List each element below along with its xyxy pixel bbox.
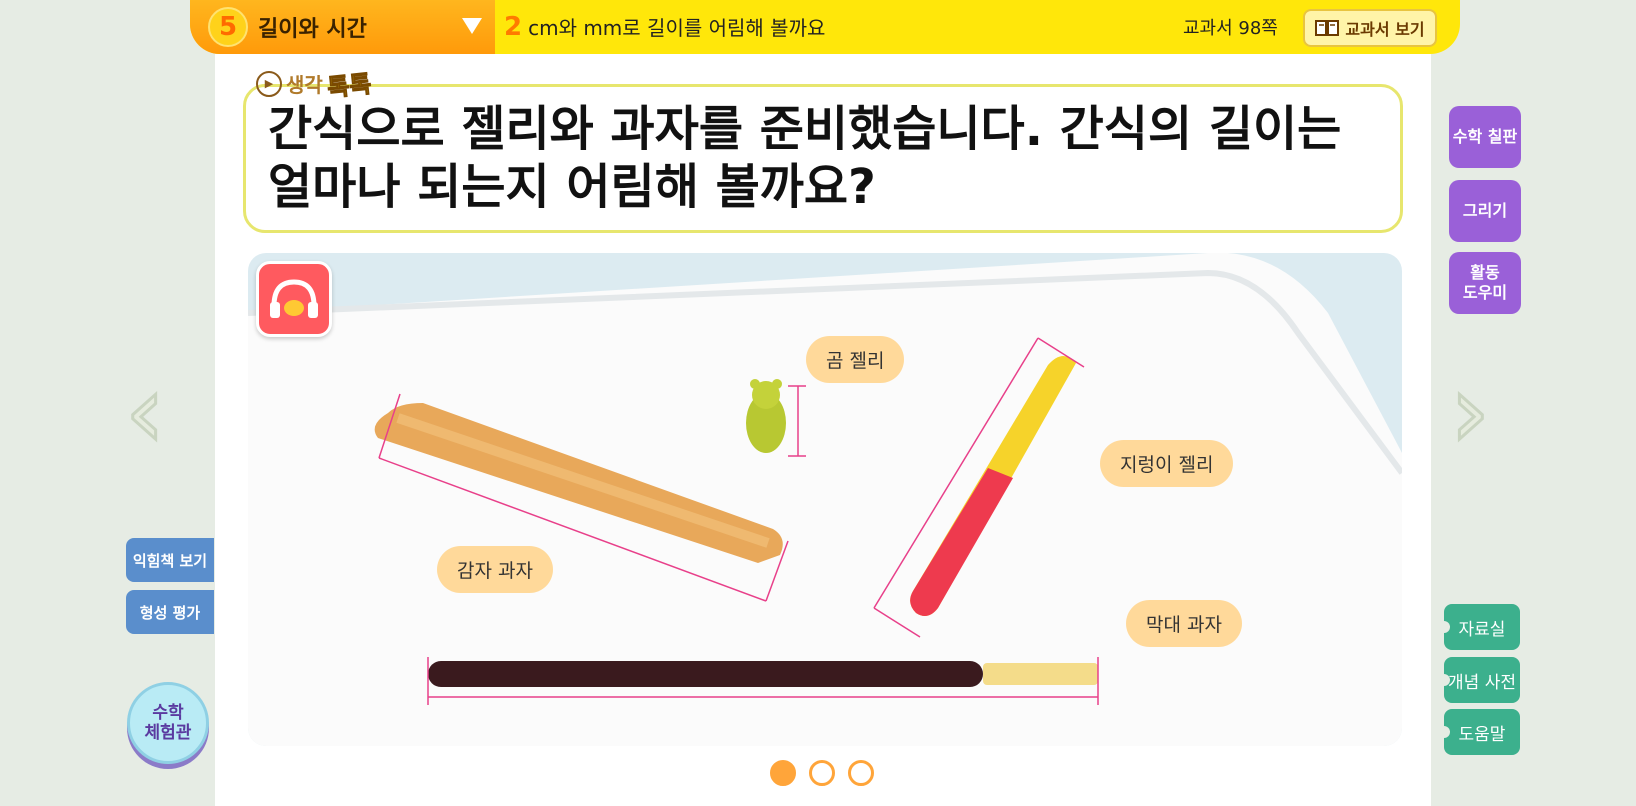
question-line-1: 간식으로 젤리와 과자를 준비했습니다. 간식의 길이는 xyxy=(268,101,1342,157)
think-badge: ▶ 생각 톡톡 xyxy=(256,66,373,103)
question-line-2: 얼마나 되는지 어림해 볼까요? xyxy=(268,159,876,215)
audio-button[interactable] xyxy=(256,261,332,337)
materials-room-label: 자료실 xyxy=(1458,619,1506,640)
headphones-icon xyxy=(270,279,318,318)
help-button[interactable]: 도움말 xyxy=(1438,709,1520,755)
question-text: 간식으로 젤리와 과자를 준비했습니다. 간식의 길이는 얼마나 되는지 어림해… xyxy=(268,100,1398,216)
formative-assessment-button[interactable]: 형성 평가 xyxy=(126,590,214,634)
draw-label: 그리기 xyxy=(1462,201,1508,220)
next-arrow-icon[interactable]: › xyxy=(1449,360,1492,463)
page-reference: 교과서 98쪽 xyxy=(1183,18,1278,39)
activity-helper-button[interactable]: 활동 도우미 xyxy=(1449,252,1521,314)
concept-dictionary-button[interactable]: 개념 사전 xyxy=(1438,657,1520,703)
label-potato-snack: 감자 과자 xyxy=(437,546,553,593)
concept-dictionary-label: 개념 사전 xyxy=(1448,672,1516,693)
snack-tray-illustration xyxy=(248,253,1402,746)
unit-title: 길이와 시간 xyxy=(258,17,367,42)
book-icon xyxy=(1315,20,1340,36)
unit-number-badge: 5 xyxy=(208,7,248,47)
math-experience-label: 수학 체험관 xyxy=(144,703,192,743)
play-icon: ▶ xyxy=(256,70,282,97)
lesson-title-group: 2 cm와 mm로 길이를 어림해 볼까요 xyxy=(504,12,825,42)
think-accent: 톡톡 xyxy=(325,69,373,103)
textbook-view-label: 교과서 보기 xyxy=(1345,20,1425,39)
page-dot-3[interactable] xyxy=(848,760,874,786)
label-stick-snack: 막대 과자 xyxy=(1126,600,1242,647)
math-experience-button[interactable]: 수학 체험관 xyxy=(127,682,209,764)
activity-helper-label: 활동 도우미 xyxy=(1462,263,1508,302)
math-blackboard-label: 수학 칠판 xyxy=(1452,127,1518,146)
unit-selector[interactable]: 5 길이와 시간 xyxy=(190,0,495,54)
label-bear-jelly: 곰 젤리 xyxy=(806,336,905,383)
label-worm-jelly: 지렁이 젤리 xyxy=(1100,440,1234,487)
dropdown-arrow-icon[interactable] xyxy=(462,18,482,34)
workbook-view-button[interactable]: 익힘책 보기 xyxy=(126,538,214,582)
lesson-number: 2 xyxy=(504,12,523,42)
help-label: 도움말 xyxy=(1458,724,1506,745)
materials-room-button[interactable]: 자료실 xyxy=(1438,604,1520,650)
workbook-view-label: 익힘책 보기 xyxy=(132,551,208,570)
page-dot-2[interactable] xyxy=(809,760,835,786)
think-label: 생각 xyxy=(286,73,323,97)
page-dot-1[interactable] xyxy=(770,760,796,786)
tray-drawing xyxy=(248,253,1402,746)
prev-arrow-icon[interactable]: ‹ xyxy=(124,360,167,463)
formative-assessment-label: 형성 평가 xyxy=(139,603,201,622)
math-blackboard-button[interactable]: 수학 칠판 xyxy=(1449,106,1521,168)
textbook-view-button[interactable]: 교과서 보기 xyxy=(1303,9,1437,47)
draw-button[interactable]: 그리기 xyxy=(1449,180,1521,242)
lesson-title: cm와 mm로 길이를 어림해 볼까요 xyxy=(528,16,826,40)
